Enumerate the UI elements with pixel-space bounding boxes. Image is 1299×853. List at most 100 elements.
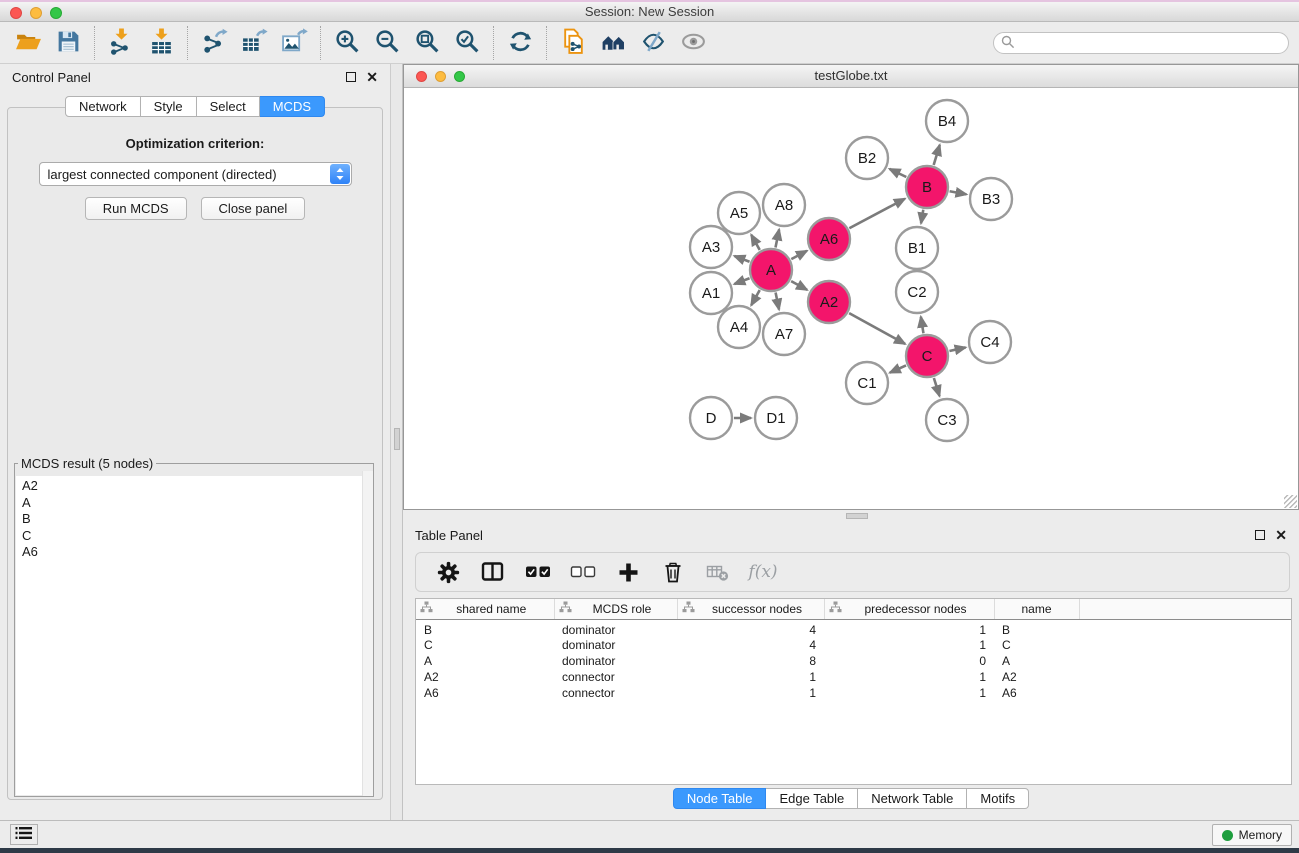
clipboard-network-button[interactable] bbox=[553, 25, 593, 61]
optimization-select[interactable]: largest connected component (directed) bbox=[39, 162, 352, 186]
table-cell[interactable]: B bbox=[994, 619, 1079, 637]
divider-grip[interactable] bbox=[394, 428, 400, 450]
table-cell[interactable]: 0 bbox=[824, 653, 994, 669]
column-header-mcds-role[interactable]: MCDS role bbox=[554, 599, 677, 619]
zoom-selected-button[interactable] bbox=[447, 25, 487, 61]
result-item[interactable]: C bbox=[22, 528, 372, 545]
export-table-button[interactable] bbox=[234, 25, 274, 61]
table-cell[interactable]: A2 bbox=[416, 669, 554, 685]
graph-node-A3[interactable]: A3 bbox=[690, 226, 732, 268]
graph-node-C1[interactable]: C1 bbox=[846, 362, 888, 404]
save-session-button[interactable] bbox=[48, 25, 88, 61]
maximize-network-button[interactable] bbox=[454, 71, 465, 82]
select-all-icon[interactable] bbox=[523, 559, 553, 585]
table-cell[interactable]: A bbox=[416, 653, 554, 669]
add-icon[interactable] bbox=[613, 559, 643, 585]
graph-edge-A-A6[interactable] bbox=[791, 251, 807, 259]
column-header-name[interactable]: name bbox=[994, 599, 1079, 619]
graph-edge-A-A2[interactable] bbox=[791, 281, 807, 290]
graph-edge-B-B3[interactable] bbox=[950, 191, 967, 194]
zoom-in-button[interactable] bbox=[327, 25, 367, 61]
graph-edge-A2-C[interactable] bbox=[849, 313, 905, 344]
table-cell[interactable]: 1 bbox=[677, 685, 824, 701]
gear-icon[interactable] bbox=[433, 559, 463, 585]
result-item[interactable]: B bbox=[22, 511, 372, 528]
column-header-shared-name[interactable]: shared name bbox=[416, 599, 554, 619]
open-session-button[interactable] bbox=[8, 25, 48, 61]
float-panel-icon[interactable] bbox=[346, 72, 356, 82]
table-cell[interactable]: C bbox=[416, 637, 554, 653]
graph-node-A4[interactable]: A4 bbox=[718, 306, 760, 348]
result-item[interactable]: A6 bbox=[22, 544, 372, 561]
table-cell[interactable]: dominator bbox=[554, 637, 677, 653]
table-cell[interactable]: connector bbox=[554, 685, 677, 701]
vertical-split-divider[interactable] bbox=[390, 64, 403, 820]
search-input[interactable] bbox=[1019, 34, 1288, 52]
graph-edge-A-A5[interactable] bbox=[751, 235, 760, 250]
table-cell[interactable]: A bbox=[994, 653, 1079, 669]
zoom-fit-button[interactable] bbox=[407, 25, 447, 61]
annotations-button[interactable] bbox=[633, 25, 673, 61]
graph-edge-A-A3[interactable] bbox=[734, 256, 749, 262]
refresh-button[interactable] bbox=[500, 25, 540, 61]
import-table-button[interactable] bbox=[141, 25, 181, 61]
table-cell[interactable]: 1 bbox=[824, 685, 994, 701]
graph-edge-B-B1[interactable] bbox=[921, 210, 923, 224]
graph-edge-A-A1[interactable] bbox=[734, 278, 749, 284]
graph-node-A[interactable]: A bbox=[750, 249, 792, 291]
run-mcds-button[interactable]: Run MCDS bbox=[85, 197, 187, 220]
result-list-scrollbar[interactable] bbox=[362, 471, 373, 796]
graph-node-B2[interactable]: B2 bbox=[846, 137, 888, 179]
graph-node-A7[interactable]: A7 bbox=[763, 313, 805, 355]
export-image-button[interactable] bbox=[274, 25, 314, 61]
table-cell[interactable]: dominator bbox=[554, 619, 677, 637]
close-panel-icon[interactable]: ✕ bbox=[366, 72, 378, 82]
tab-style[interactable]: Style bbox=[141, 96, 197, 117]
minimize-network-button[interactable] bbox=[435, 71, 446, 82]
table-cell[interactable]: C bbox=[994, 637, 1079, 653]
table-cell[interactable]: B bbox=[416, 619, 554, 637]
preview-button[interactable] bbox=[673, 25, 713, 61]
home-button[interactable] bbox=[593, 25, 633, 61]
table-cell[interactable]: A6 bbox=[416, 685, 554, 701]
column-header-successor-nodes[interactable]: successor nodes bbox=[677, 599, 824, 619]
graph-node-C2[interactable]: C2 bbox=[896, 271, 938, 313]
tab-mcds[interactable]: MCDS bbox=[260, 96, 325, 117]
table-cell[interactable]: A6 bbox=[994, 685, 1079, 701]
graph-edge-A-A7[interactable] bbox=[776, 293, 779, 310]
tab-node-table[interactable]: Node Table bbox=[673, 788, 767, 809]
table-row[interactable]: Adominator80A bbox=[416, 653, 1291, 669]
graph-node-B4[interactable]: B4 bbox=[926, 100, 968, 142]
graph-node-A8[interactable]: A8 bbox=[763, 184, 805, 226]
result-item[interactable]: A bbox=[22, 495, 372, 512]
deselect-all-icon[interactable] bbox=[568, 559, 598, 585]
close-panel-button[interactable]: Close panel bbox=[201, 197, 306, 220]
graph-edge-C-C3[interactable] bbox=[934, 378, 940, 396]
table-cell[interactable]: 1 bbox=[824, 669, 994, 685]
float-panel-icon[interactable] bbox=[1255, 530, 1265, 540]
graph-node-B[interactable]: B bbox=[906, 166, 948, 208]
graph-node-C[interactable]: C bbox=[906, 335, 948, 377]
graph-edge-C-C4[interactable] bbox=[949, 347, 965, 351]
resize-grip-icon[interactable] bbox=[1284, 495, 1297, 508]
table-cell[interactable]: dominator bbox=[554, 653, 677, 669]
graph-node-B3[interactable]: B3 bbox=[970, 178, 1012, 220]
table-cell[interactable]: 4 bbox=[677, 637, 824, 653]
graph-node-B1[interactable]: B1 bbox=[896, 227, 938, 269]
graph-edge-B-B2[interactable] bbox=[890, 169, 907, 177]
task-history-button[interactable] bbox=[10, 824, 38, 845]
table-cell[interactable]: 1 bbox=[677, 669, 824, 685]
graph-edge-C-C1[interactable] bbox=[890, 365, 906, 372]
close-panel-icon[interactable]: ✕ bbox=[1275, 530, 1287, 540]
minimize-window-button[interactable] bbox=[30, 7, 42, 19]
graph-node-C3[interactable]: C3 bbox=[926, 399, 968, 441]
table-row[interactable]: A6connector11A6 bbox=[416, 685, 1291, 701]
result-item[interactable]: A2 bbox=[22, 478, 372, 495]
close-window-button[interactable] bbox=[10, 7, 22, 19]
divider-grip[interactable] bbox=[846, 513, 868, 519]
graph-edge-A-A4[interactable] bbox=[751, 290, 760, 305]
table-cell[interactable]: 1 bbox=[824, 637, 994, 653]
export-network-button[interactable] bbox=[194, 25, 234, 61]
maximize-window-button[interactable] bbox=[50, 7, 62, 19]
graph-node-A5[interactable]: A5 bbox=[718, 192, 760, 234]
